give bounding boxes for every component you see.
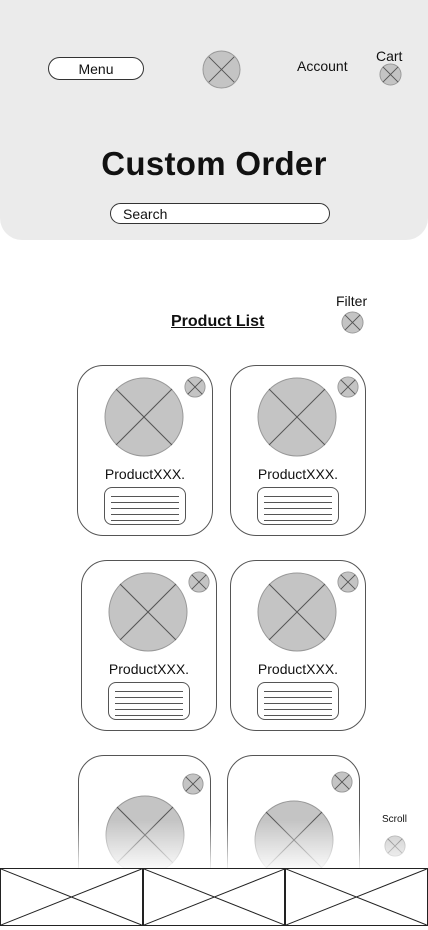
search-input[interactable]: Search	[110, 203, 330, 224]
product-description-placeholder	[257, 682, 339, 720]
product-description-placeholder	[257, 487, 339, 525]
logo-image-placeholder-icon[interactable]	[202, 50, 241, 89]
product-name: ProductXXX.	[104, 466, 186, 482]
product-image-placeholder-icon	[104, 377, 184, 462]
add-to-cart-icon[interactable]	[337, 571, 359, 598]
add-to-cart-icon[interactable]	[182, 773, 204, 800]
cart-icon[interactable]	[379, 63, 402, 86]
product-image-placeholder-icon	[257, 572, 337, 657]
add-to-cart-icon[interactable]	[337, 376, 359, 403]
search-placeholder: Search	[123, 205, 168, 222]
filter-label: Filter	[336, 293, 368, 309]
product-name: ProductXXX.	[257, 466, 339, 482]
account-link[interactable]: Account	[297, 58, 348, 74]
product-card[interactable]: ProductXXX.	[81, 560, 217, 731]
footer-tab-3[interactable]	[285, 868, 428, 926]
filter-icon[interactable]	[341, 311, 364, 334]
add-to-cart-icon[interactable]	[331, 771, 353, 798]
product-card[interactable]: ProductXXX.	[230, 560, 366, 731]
product-image-placeholder-icon	[108, 572, 188, 657]
footer-tab-2[interactable]	[142, 868, 286, 926]
footer-tab-1[interactable]	[0, 868, 143, 926]
product-name: ProductXXX.	[108, 661, 190, 677]
add-to-cart-icon[interactable]	[184, 376, 206, 403]
add-to-cart-icon[interactable]	[188, 571, 210, 598]
scroll-fade	[0, 820, 428, 868]
page-title: Custom Order	[101, 145, 327, 182]
product-card[interactable]: ProductXXX.	[77, 365, 213, 536]
cart-label: Cart	[376, 48, 403, 64]
menu-button[interactable]: Menu	[48, 57, 144, 80]
product-description-placeholder	[108, 682, 190, 720]
product-image-placeholder-icon	[257, 377, 337, 462]
header: Menu Account Cart Custom Order Search	[0, 0, 428, 240]
product-list-heading: Product List	[171, 313, 265, 330]
product-name: ProductXXX.	[257, 661, 339, 677]
product-card[interactable]: ProductXXX.	[230, 365, 366, 536]
product-description-placeholder	[104, 487, 186, 525]
menu-label: Menu	[78, 60, 114, 77]
scroll-icon[interactable]	[384, 835, 406, 857]
scroll-label: Scroll	[382, 814, 408, 825]
footer-tab-bar	[0, 868, 428, 926]
